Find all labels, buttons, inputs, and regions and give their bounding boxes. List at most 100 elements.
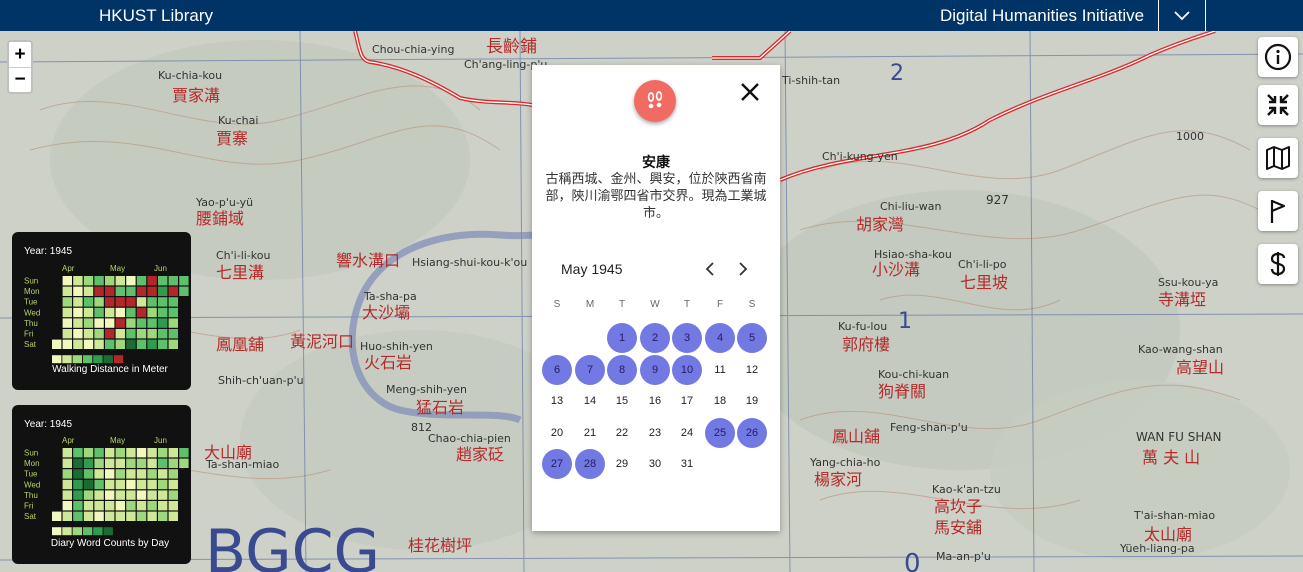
heatmap-day-cell[interactable] [158,329,168,339]
heatmap-day-cell[interactable] [168,286,178,296]
heatmap-day-cell[interactable] [147,318,157,328]
heatmap-day-cell[interactable] [105,448,115,458]
calendar-day[interactable]: 4 [705,323,735,353]
heatmap-day-cell[interactable] [62,501,72,511]
heatmap-day-cell[interactable] [115,448,125,458]
heatmap-day-cell[interactable] [94,501,104,511]
calendar-day[interactable]: 7 [575,355,605,385]
heatmap-day-cell[interactable] [147,329,157,339]
heatmap-day-cell[interactable] [126,458,136,468]
heatmap-day-cell[interactable] [105,490,115,500]
heatmap-day-cell[interactable] [147,448,157,458]
heatmap-day-cell[interactable] [147,307,157,318]
heatmap-day-cell[interactable] [94,307,104,318]
heatmap-day-cell[interactable] [115,339,125,349]
heatmap-day-cell[interactable] [136,479,147,490]
heatmap-day-cell[interactable] [115,318,125,328]
heatmap-day-cell[interactable] [136,448,147,458]
heatmap-day-cell[interactable] [62,318,72,328]
currency-button[interactable] [1258,244,1298,284]
heatmap-day-cell[interactable] [73,307,83,318]
calendar-day[interactable]: 11 [705,355,735,385]
heatmap-day-cell[interactable] [136,329,147,339]
heatmap-day-cell[interactable] [83,501,94,511]
heatmap-day-cell[interactable] [158,339,168,349]
heatmap-day-cell[interactable] [105,286,115,296]
heatmap-day-cell[interactable] [168,448,178,458]
initiative-title[interactable]: Digital Humanities Initiative [940,6,1144,26]
next-month-button[interactable] [732,258,754,280]
calendar-day[interactable]: 2 [640,323,670,353]
heatmap-day-cell[interactable] [62,479,72,490]
heatmap-day-cell[interactable] [83,448,94,458]
heatmap-day-cell[interactable] [179,448,189,458]
heatmap-day-cell[interactable] [126,307,136,318]
heatmap-day-cell[interactable] [62,458,72,468]
heatmap-day-cell[interactable] [94,469,104,479]
heatmap-day-cell[interactable] [105,469,115,479]
heatmap-day-cell[interactable] [168,307,178,318]
heatmap-day-cell[interactable] [105,501,115,511]
heatmap-day-cell[interactable] [73,511,83,521]
heatmap-day-cell[interactable] [83,490,94,500]
heatmap-day-cell[interactable] [158,318,168,328]
heatmap-day-cell[interactable] [115,490,125,500]
heatmap-day-cell[interactable] [126,469,136,479]
heatmap-day-cell[interactable] [126,501,136,511]
heatmap-day-cell[interactable] [179,276,189,286]
heatmap-day-cell[interactable] [126,276,136,286]
heatmap-day-cell[interactable] [83,511,94,521]
heatmap-day-cell[interactable] [126,297,136,307]
zoom-in-button[interactable]: + [9,42,31,67]
heatmap-day-cell[interactable] [73,501,83,511]
calendar-day[interactable]: 22 [607,418,637,448]
heatmap-day-cell[interactable] [168,501,178,511]
calendar-day[interactable]: 31 [672,449,702,479]
heatmap-day-cell[interactable] [62,448,72,458]
close-icon[interactable] [738,80,762,104]
heatmap-day-cell[interactable] [83,339,94,349]
heatmap-day-cell[interactable] [62,286,72,296]
calendar-day[interactable]: 13 [542,386,572,416]
heatmap-day-cell[interactable] [73,329,83,339]
heatmap-day-cell[interactable] [83,458,94,468]
calendar-day[interactable]: 25 [705,418,735,448]
heatmap-day-cell[interactable] [136,511,147,521]
heatmap-day-cell[interactable] [158,458,168,468]
heatmap-day-cell[interactable] [115,511,125,521]
heatmap-day-cell[interactable] [94,339,104,349]
heatmap-day-cell[interactable] [147,286,157,296]
calendar-day[interactable]: 17 [672,386,702,416]
heatmap-day-cell[interactable] [83,307,94,318]
heatmap-day-cell[interactable] [126,318,136,328]
heatmap-day-cell[interactable] [168,458,178,468]
heatmap-day-cell[interactable] [62,297,72,307]
heatmap-day-cell[interactable] [136,458,147,468]
heatmap-day-cell[interactable] [168,469,178,479]
heatmap-day-cell[interactable] [158,511,168,521]
calendar-day[interactable]: 28 [575,449,605,479]
heatmap-day-cell[interactable] [147,501,157,511]
heatmap-day-cell[interactable] [115,329,125,339]
heatmap-day-cell[interactable] [126,329,136,339]
menu-dropdown-toggle[interactable] [1158,0,1206,31]
heatmap-day-cell[interactable] [94,329,104,339]
heatmap-day-cell[interactable] [83,297,94,307]
calendar-day[interactable]: 30 [640,449,670,479]
heatmap-day-cell[interactable] [62,307,72,318]
heatmap-day-cell[interactable] [115,501,125,511]
heatmap-day-cell[interactable] [126,511,136,521]
heatmap-day-cell[interactable] [136,469,147,479]
heatmap-day-cell[interactable] [73,490,83,500]
heatmap-day-cell[interactable] [73,458,83,468]
heatmap-day-cell[interactable] [83,276,94,286]
heatmap-day-cell[interactable] [158,286,168,296]
heatmap-day-cell[interactable] [126,490,136,500]
heatmap-day-cell[interactable] [168,318,178,328]
heatmap-day-cell[interactable] [115,276,125,286]
heatmap-day-cell[interactable] [73,318,83,328]
heatmap-day-cell[interactable] [105,458,115,468]
heatmap-day-cell[interactable] [147,339,157,349]
heatmap-day-cell[interactable] [126,479,136,490]
heatmap-day-cell[interactable] [73,276,83,286]
